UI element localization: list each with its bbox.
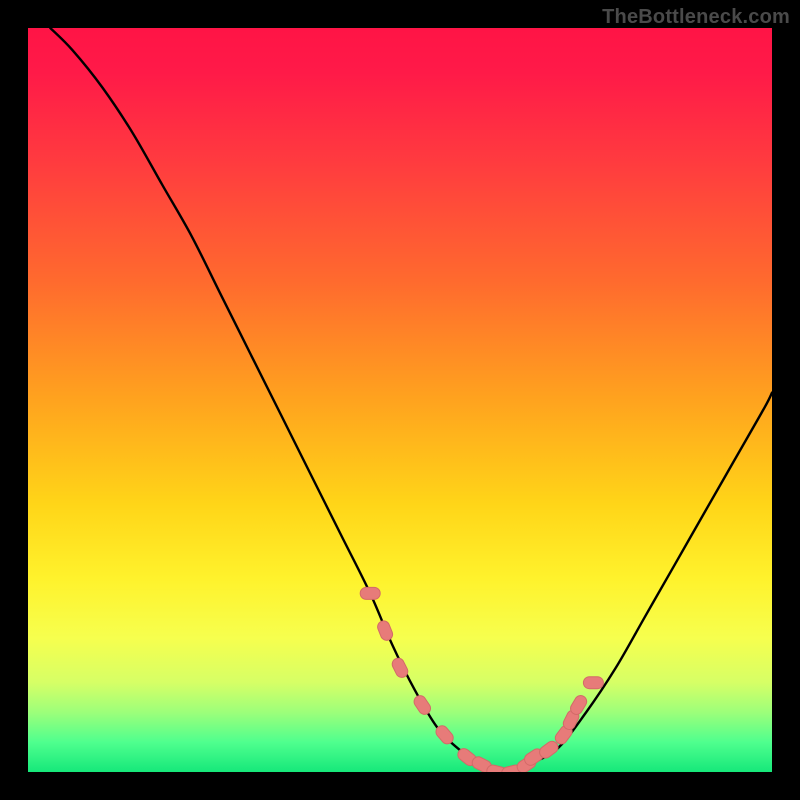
bottleneck-curve [50, 28, 772, 772]
marker-dot [376, 619, 395, 642]
marker-dot [412, 693, 433, 716]
marker-dot [360, 587, 380, 599]
plot-area [28, 28, 772, 772]
highlight-dots [360, 587, 603, 772]
chart-frame: TheBottleneck.com [0, 0, 800, 800]
curve-layer [28, 28, 772, 772]
marker-dot [583, 677, 603, 689]
watermark-text: TheBottleneck.com [602, 6, 790, 29]
